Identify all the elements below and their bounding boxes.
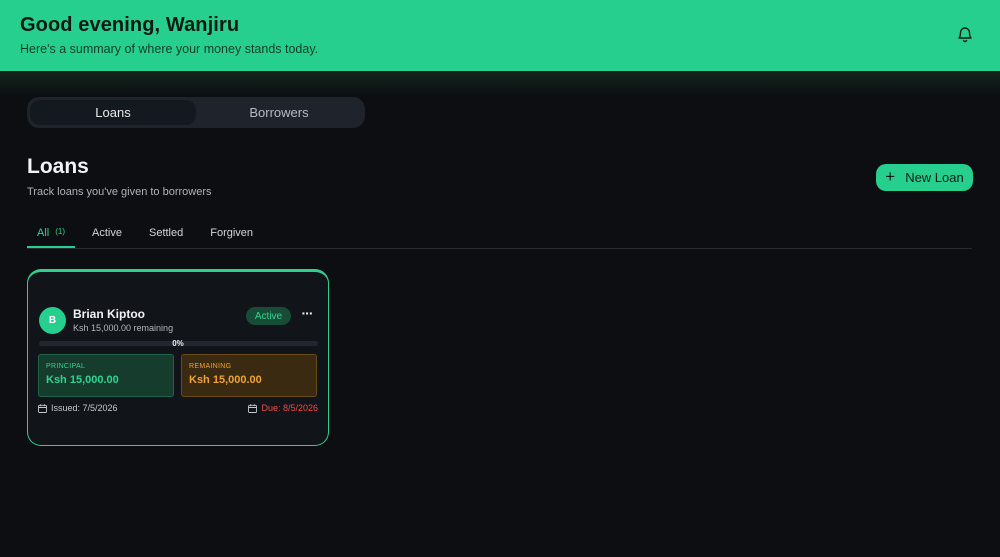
loan-filter-tabs: All (1) Active Settled Forgiven bbox=[27, 225, 972, 249]
switcher-loans[interactable]: Loans bbox=[30, 100, 196, 125]
tab-all-count: (1) bbox=[55, 227, 66, 236]
greeting-title: Good evening, Wanjiru bbox=[20, 14, 240, 36]
more-options-icon[interactable]: ··· bbox=[300, 306, 314, 322]
principal-label: PRINCIPAL bbox=[46, 363, 86, 370]
issued-date: Issued: 7/5/2026 bbox=[38, 403, 118, 413]
tab-forgiven[interactable]: Forgiven bbox=[200, 225, 263, 248]
plus-icon: + bbox=[885, 167, 896, 186]
header-shadow bbox=[0, 71, 1000, 97]
calendar-icon bbox=[38, 403, 47, 413]
notifications-bell-icon[interactable] bbox=[956, 25, 974, 43]
remaining-value: Ksh 15,000.00 bbox=[189, 374, 262, 386]
view-switcher: Loans Borrowers bbox=[27, 97, 365, 128]
switcher-borrowers[interactable]: Borrowers bbox=[196, 100, 362, 125]
calendar-icon bbox=[248, 403, 258, 413]
borrower-remaining: Ksh 15,000.00 remaining bbox=[73, 323, 174, 333]
issued-date-text: Issued: 7/5/2026 bbox=[51, 403, 118, 413]
loan-card[interactable]: B Brian Kiptoo Ksh 15,000.00 remaining A… bbox=[27, 269, 329, 446]
due-date-text: Due: 8/5/2026 bbox=[261, 403, 318, 413]
status-badge: Active bbox=[246, 307, 291, 325]
borrower-name: Brian Kiptoo bbox=[73, 307, 145, 321]
remaining-label: REMAINING bbox=[189, 363, 232, 370]
tab-settled[interactable]: Settled bbox=[139, 225, 193, 248]
remaining-box: REMAINING Ksh 15,000.00 bbox=[181, 354, 317, 397]
progress-label: 0% bbox=[172, 339, 184, 348]
app-header: Good evening, Wanjiru Here's a summary o… bbox=[0, 0, 1000, 71]
greeting-subtitle: Here's a summary of where your money sta… bbox=[20, 42, 319, 56]
due-date: Due: 8/5/2026 bbox=[248, 403, 318, 413]
tab-active[interactable]: Active bbox=[82, 225, 132, 248]
avatar: B bbox=[39, 307, 66, 334]
new-loan-button[interactable]: + New Loan bbox=[876, 164, 973, 191]
page-subtitle: Track loans you've given to borrowers bbox=[27, 186, 212, 198]
principal-box: PRINCIPAL Ksh 15,000.00 bbox=[38, 354, 174, 397]
new-loan-label: New Loan bbox=[905, 170, 964, 185]
page-title: Loans bbox=[27, 155, 89, 178]
tab-all[interactable]: All (1) bbox=[27, 225, 76, 248]
tab-all-label: All bbox=[37, 227, 50, 239]
principal-value: Ksh 15,000.00 bbox=[46, 374, 119, 386]
